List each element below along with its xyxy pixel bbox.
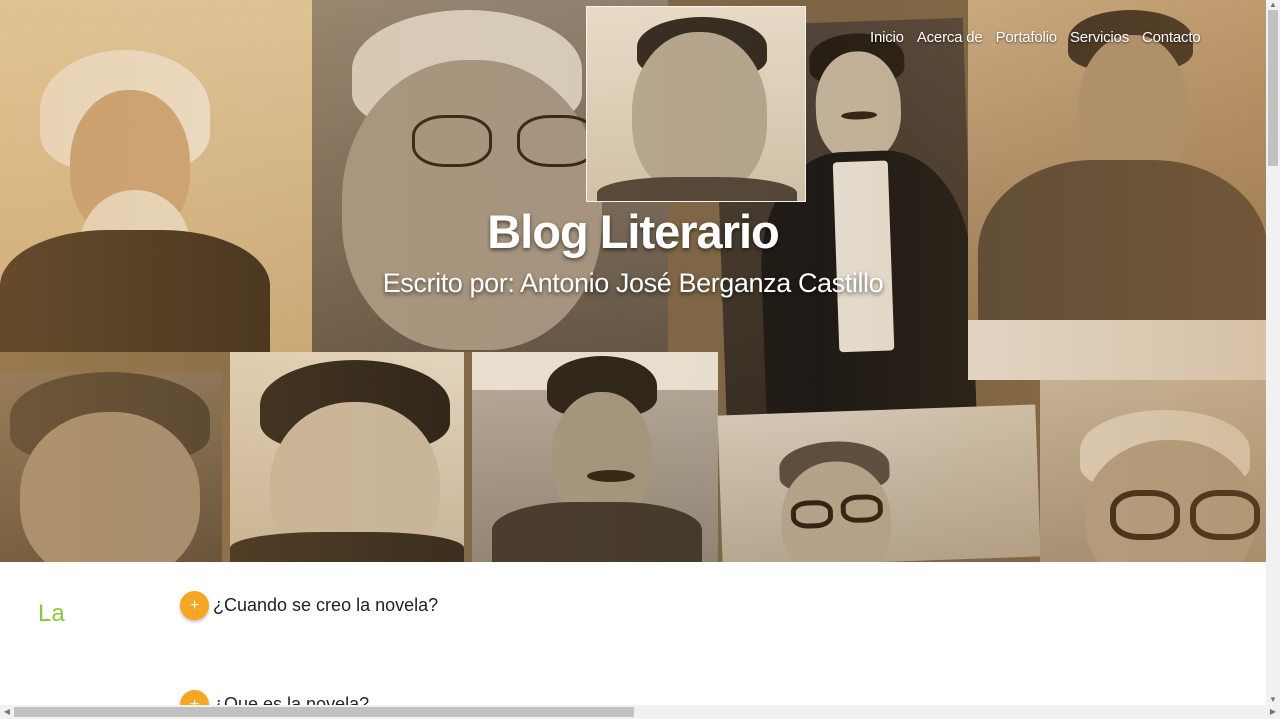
faq-item[interactable]: + ¿Que es la novela? (180, 690, 369, 705)
faq-question[interactable]: ¿Que es la novela? (213, 694, 369, 705)
section-heading: La (38, 602, 65, 622)
faq-item[interactable]: + ¿Cuando se creo la novela? (180, 591, 438, 620)
scroll-down-icon[interactable]: ▼ (1266, 695, 1280, 705)
vertical-scrollbar[interactable]: ▲ ▼ (1266, 0, 1280, 705)
portrait-photo (472, 352, 718, 562)
nav-item-portafolio[interactable]: Portafolio (996, 29, 1058, 46)
nav-item-servicios[interactable]: Servicios (1070, 29, 1129, 46)
portrait-photo (1040, 380, 1266, 562)
scroll-up-icon[interactable]: ▲ (1266, 0, 1280, 10)
plus-icon[interactable]: + (180, 690, 209, 705)
faq-section: La + ¿Cuando se creo la novela? + ¿Que e… (0, 562, 1266, 705)
nav-item-acerca-de[interactable]: Acerca de (917, 29, 983, 46)
portrait-photo (0, 0, 312, 352)
page-title: Blog Literario (487, 205, 780, 258)
plus-icon[interactable]: + (180, 591, 209, 620)
vertical-scroll-thumb[interactable] (1268, 10, 1278, 166)
main-nav: Inicio Acerca de Portafolio Servicios Co… (870, 29, 1201, 46)
scroll-right-icon[interactable]: ▶ (1266, 705, 1280, 719)
page-subtitle: Escrito por: Antonio José Berganza Casti… (382, 268, 884, 298)
horizontal-scroll-thumb[interactable] (14, 707, 634, 717)
nav-item-inicio[interactable]: Inicio (870, 29, 904, 46)
portrait-photo (230, 352, 464, 562)
faq-question[interactable]: ¿Cuando se creo la novela? (213, 595, 438, 616)
portrait-photo (586, 6, 806, 202)
portrait-photo (717, 404, 1041, 562)
nav-item-contacto[interactable]: Contacto (1142, 29, 1201, 46)
portrait-photo (0, 372, 222, 562)
horizontal-scrollbar[interactable]: ◀ ▶ (0, 705, 1280, 719)
scroll-left-icon[interactable]: ◀ (0, 705, 14, 719)
portrait-photo (968, 0, 1266, 380)
